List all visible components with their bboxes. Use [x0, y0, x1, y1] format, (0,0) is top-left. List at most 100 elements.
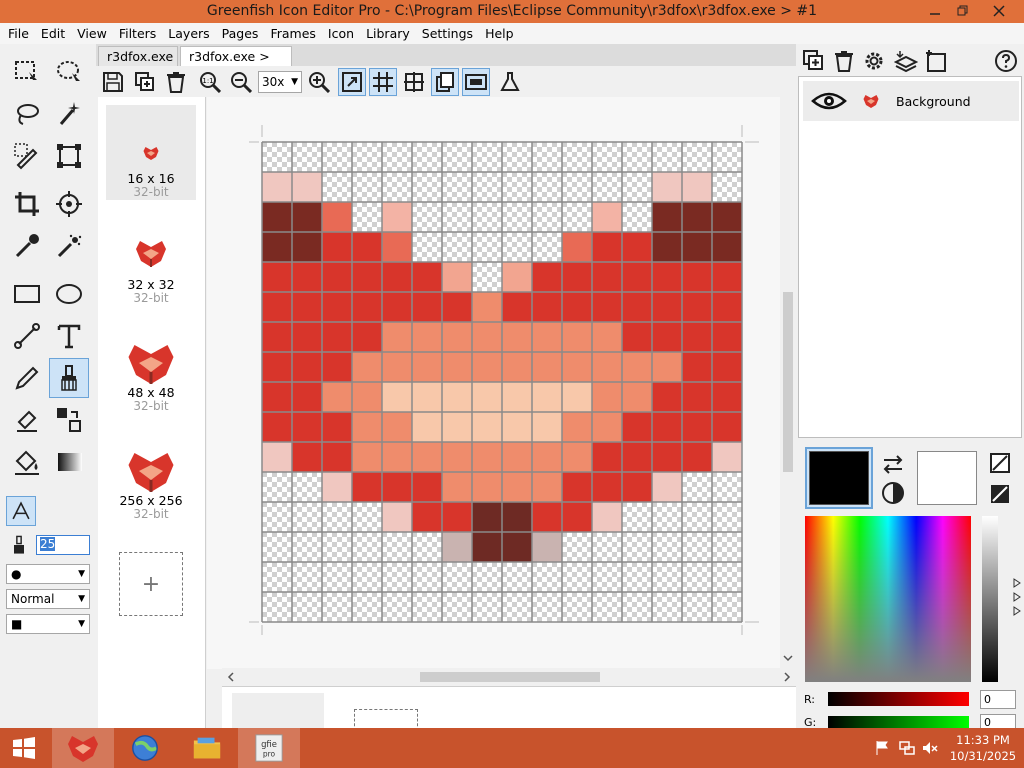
pixel[interactable] [352, 442, 382, 472]
swap-colors-icon[interactable] [881, 452, 905, 476]
crop-tool[interactable] [7, 184, 47, 224]
pixel[interactable] [712, 442, 742, 472]
pixel[interactable] [442, 412, 472, 442]
pixel[interactable] [262, 352, 292, 382]
pixel[interactable] [532, 532, 562, 562]
canvas-area[interactable] [207, 97, 796, 669]
pixel[interactable] [502, 382, 532, 412]
taskbar-r3dfox[interactable] [52, 728, 114, 768]
pixel[interactable] [382, 382, 412, 412]
replace-color-tool[interactable] [49, 400, 89, 440]
rect-select-tool[interactable] [7, 52, 47, 92]
pixel[interactable] [322, 202, 352, 232]
pixel[interactable] [472, 472, 502, 502]
antialias-toggle[interactable] [6, 496, 36, 526]
flag-icon[interactable] [874, 740, 890, 756]
pixel[interactable] [622, 262, 652, 292]
pixel[interactable] [352, 382, 382, 412]
red-channel-slider[interactable] [828, 692, 969, 706]
secondary-color-swatch[interactable] [917, 451, 977, 505]
pixel[interactable] [382, 502, 412, 532]
pixel[interactable] [652, 232, 682, 262]
pixel[interactable] [292, 322, 322, 352]
pixel[interactable] [382, 292, 412, 322]
pixel[interactable] [712, 352, 742, 382]
pixel[interactable] [712, 412, 742, 442]
brush-size-input[interactable]: 25 [36, 535, 90, 555]
pixel[interactable] [262, 412, 292, 442]
pixel[interactable] [262, 172, 292, 202]
scroll-left-icon[interactable] [226, 672, 236, 682]
gradient-tool[interactable] [49, 442, 89, 482]
pixel[interactable] [472, 352, 502, 382]
no-color-icon[interactable] [989, 452, 1011, 474]
pixel[interactable] [592, 232, 622, 262]
magic-wand-tool[interactable] [49, 94, 89, 134]
pixel[interactable] [502, 292, 532, 322]
eye-icon[interactable] [811, 89, 847, 113]
pixel[interactable] [442, 352, 472, 382]
frame-thumbnail[interactable] [232, 693, 324, 731]
pixel[interactable] [682, 232, 712, 262]
pixel[interactable] [352, 412, 382, 442]
pixel[interactable] [502, 502, 532, 532]
pixel[interactable] [472, 442, 502, 472]
pixel[interactable] [592, 202, 622, 232]
pixel[interactable] [412, 472, 442, 502]
pixel[interactable] [412, 262, 442, 292]
menu-library[interactable]: Library [360, 24, 416, 44]
pixel[interactable] [502, 322, 532, 352]
pencil-tool[interactable] [7, 358, 47, 398]
pixel[interactable] [652, 322, 682, 352]
pixel[interactable] [592, 352, 622, 382]
delete-page-button[interactable] [162, 68, 190, 96]
canvas-horizontal-scrollbar[interactable] [222, 668, 796, 686]
pixel[interactable] [562, 292, 592, 322]
pixel[interactable] [262, 322, 292, 352]
pixel[interactable] [382, 322, 412, 352]
pixel[interactable] [382, 202, 412, 232]
rectangle-tool[interactable] [7, 274, 47, 314]
taskbar-file-explorer[interactable] [176, 728, 238, 768]
menu-edit[interactable]: Edit [35, 24, 71, 44]
pixel[interactable] [352, 322, 382, 352]
pixel[interactable] [712, 232, 742, 262]
canvas-vertical-scrollbar[interactable] [780, 97, 796, 669]
pixel[interactable] [652, 382, 682, 412]
pixel[interactable] [532, 322, 562, 352]
pixel[interactable] [622, 442, 652, 472]
pixel[interactable] [382, 352, 412, 382]
menu-pages[interactable]: Pages [216, 24, 265, 44]
brush-shape-select[interactable]: ● ▼ [6, 564, 90, 584]
pixel[interactable] [352, 232, 382, 262]
color-picker-tool[interactable] [7, 226, 47, 266]
taskbar-greenfish[interactable]: gfie pro [238, 728, 300, 768]
pixel[interactable] [412, 502, 442, 532]
zoom-in-button[interactable] [305, 68, 333, 96]
pixel[interactable] [562, 502, 592, 532]
pixel[interactable] [652, 472, 682, 502]
hotspot-tool[interactable] [49, 184, 89, 224]
horizontal-scroll-thumb[interactable] [420, 672, 600, 682]
pixel[interactable] [502, 352, 532, 382]
pixel[interactable] [682, 382, 712, 412]
pixel[interactable] [322, 232, 352, 262]
menu-help[interactable]: Help [479, 24, 520, 44]
zoom-select[interactable]: 30x ▼ [258, 71, 302, 93]
pixel[interactable] [292, 232, 322, 262]
pixel[interactable] [592, 502, 622, 532]
pixel[interactable] [262, 442, 292, 472]
pixel[interactable] [382, 412, 412, 442]
pixel[interactable] [322, 292, 352, 322]
taskbar-browser[interactable] [114, 728, 176, 768]
pixel[interactable] [622, 412, 652, 442]
pixel[interactable] [532, 262, 562, 292]
text-tool[interactable] [49, 316, 89, 356]
pixel[interactable] [532, 442, 562, 472]
pixel[interactable] [682, 322, 712, 352]
pixel-grid-button[interactable] [369, 68, 397, 96]
pixel[interactable] [292, 292, 322, 322]
duplicate-page-button[interactable] [131, 68, 159, 96]
pixel[interactable] [532, 472, 562, 502]
pixel[interactable] [532, 352, 562, 382]
